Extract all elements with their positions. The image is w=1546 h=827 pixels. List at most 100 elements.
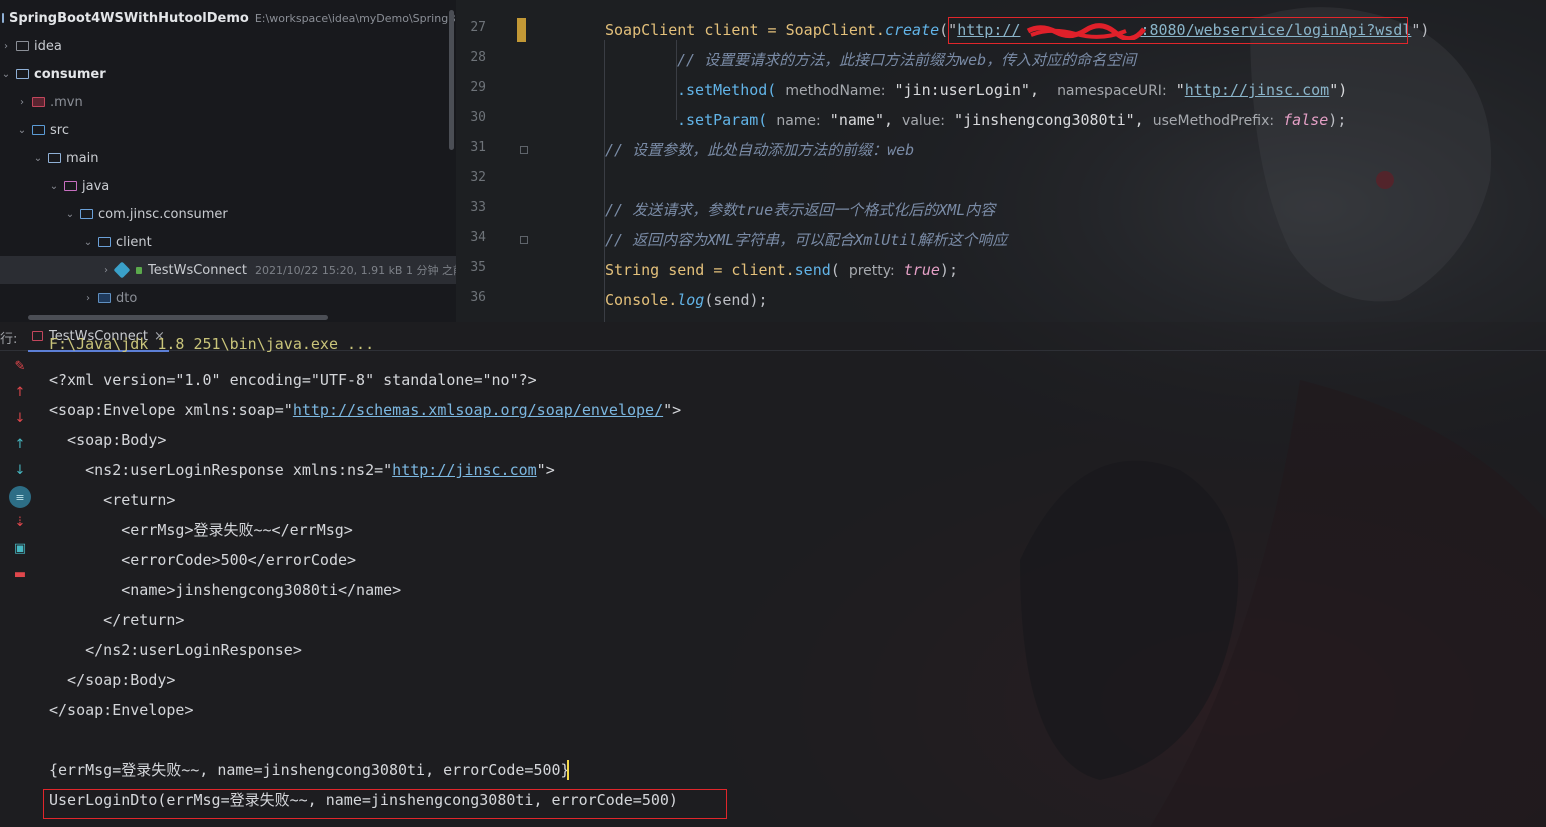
run-panel: 行: TestWsConnect × ✎ ↑ ↓ ↑ ↓ ≡ ⇣ ▣ ▬ F:\…	[0, 322, 1546, 827]
chevron-down-icon[interactable]: ⌄	[0, 69, 12, 80]
param-hint: useMethodPrefix:	[1152, 113, 1275, 129]
code-string: "	[1175, 81, 1185, 99]
tree-item-testwsconnect[interactable]: › TestWsConnect 2021/10/22 15:20, 1.91 k…	[0, 256, 456, 284]
param-hint: value:	[902, 113, 946, 129]
folder-icon	[2, 13, 4, 23]
chevron-down-icon[interactable]: ⌄	[32, 153, 44, 164]
console-line: </soap:Body>	[49, 671, 176, 689]
code-line-36[interactable]: Console.log(send);	[605, 285, 768, 315]
code-line-33[interactable]: // 发送请求，参数true表示返回一个格式化后的XML内容	[605, 195, 995, 225]
tree-item-main[interactable]: ⌄ main	[0, 144, 456, 172]
code-token: send	[794, 261, 831, 279]
code-line-35[interactable]: String send = client.send( pretty: true)…	[605, 255, 958, 285]
tree-item-dto[interactable]: › dto	[0, 284, 456, 312]
code-token: ")	[1411, 21, 1430, 39]
code-editor[interactable]: 27 28 29 30 31 32 33 34 35 36 SoapClient…	[456, 0, 1546, 322]
arrow-down-icon[interactable]: ↓	[12, 462, 28, 478]
chevron-right-icon[interactable]: ›	[0, 41, 12, 52]
tree-item-consumer[interactable]: ⌄ consumer	[0, 60, 456, 88]
edit-icon[interactable]: ✎	[12, 358, 28, 374]
tree-horizontal-scrollbar[interactable]	[28, 315, 328, 320]
tree-item-label: client	[116, 234, 152, 250]
console-line: F:\Java\jdk_1.8_251\bin\java.exe ...	[49, 336, 375, 352]
fold-icon[interactable]	[520, 146, 528, 154]
param-hint: methodName:	[785, 83, 886, 99]
console-text: <ns2:userLoginResponse xmlns:ns2="	[49, 461, 393, 479]
folder-icon	[32, 97, 45, 107]
chevron-right-icon[interactable]: ›	[82, 293, 94, 304]
param-hint: namespaceURI:	[1057, 83, 1167, 99]
chevron-right-icon[interactable]: ›	[16, 97, 28, 108]
project-root[interactable]: SpringBoot4WSWithHutoolDemo E:\workspace…	[0, 4, 456, 32]
chevron-down-icon[interactable]: ⌄	[48, 181, 60, 192]
code-string: ")	[1329, 81, 1348, 99]
console-line: <soap:Body>	[49, 431, 167, 449]
code-line-29[interactable]: .setMethod( methodName: "jin:userLogin",…	[677, 75, 1347, 105]
console-text: ">	[663, 401, 682, 419]
line-number: 27	[470, 20, 486, 35]
arrow-down-icon[interactable]: ↓	[12, 410, 28, 426]
arrow-up-icon[interactable]: ↑	[12, 384, 28, 400]
code-token: String send = client.	[605, 261, 795, 279]
code-token: SoapClient client = SoapClient.	[605, 21, 885, 39]
code-token: );	[1328, 111, 1347, 129]
folder-icon	[48, 153, 61, 163]
editor-gutter: 27 28 29 30 31 32 33 34 35 36	[456, 0, 528, 322]
trash-icon[interactable]: ▬	[12, 566, 28, 582]
code-boolean: true	[903, 261, 940, 279]
line-number: 29	[470, 80, 486, 95]
tree-item-mvn[interactable]: › .mvn	[0, 88, 456, 116]
code-line-30[interactable]: .setParam( name: "name", value: "jinshen…	[677, 105, 1346, 135]
chevron-down-icon[interactable]: ⌄	[82, 237, 94, 248]
tree-item-label: src	[50, 122, 69, 138]
code-url[interactable]: http://jinsc.com	[1185, 81, 1330, 99]
dto-highlight-box	[43, 789, 727, 819]
tree-vertical-scrollbar[interactable]	[449, 10, 454, 150]
code-string: "name",	[829, 111, 894, 129]
chevron-right-icon[interactable]: ›	[100, 265, 112, 276]
folder-icon	[98, 237, 111, 247]
url-highlight-box	[948, 17, 1408, 44]
class-icon	[113, 261, 131, 279]
tree-item-src[interactable]: ⌄ src	[0, 116, 456, 144]
code-line-31[interactable]: // 设置参数，此处自动添加方法的前缀：web	[605, 135, 914, 165]
code-line-34[interactable]: // 返回内容为XML字符串，可以配合XmlUtil解析这个响应	[605, 225, 1007, 255]
console-line: <name>jinshengcong3080ti</name>	[49, 581, 402, 599]
line-number: 34	[470, 230, 486, 245]
code-boolean: false	[1283, 111, 1329, 129]
line-number: 36	[470, 290, 486, 305]
print-icon[interactable]: ▣	[12, 540, 28, 556]
tree-item-client[interactable]: ⌄ client	[0, 228, 456, 256]
code-token: .setMethod(	[677, 81, 777, 99]
code-token: create	[884, 21, 940, 39]
code-comment: // 设置要请求的方法，此接口方法前缀为web，传入对应的命名空间	[677, 51, 1137, 69]
console-line: <soap:Envelope xmlns:soap="http://schema…	[49, 395, 681, 425]
soft-wrap-icon[interactable]: ≡	[9, 486, 31, 508]
console-line: {errMsg=登录失败~~, name=jinshengcong3080ti,…	[49, 761, 570, 779]
change-marker[interactable]	[517, 18, 526, 42]
code-line-28[interactable]: // 设置要请求的方法，此接口方法前缀为web，传入对应的命名空间	[677, 45, 1136, 75]
console-text: <soap:Envelope xmlns:soap="	[49, 401, 293, 419]
tree-item-idea[interactable]: › idea	[0, 32, 456, 60]
chevron-down-icon[interactable]: ⌄	[64, 209, 76, 220]
folder-icon	[80, 209, 93, 219]
console-line: <?xml version="1.0" encoding="UTF-8" sta…	[49, 371, 537, 389]
fold-icon[interactable]	[520, 236, 528, 244]
line-number: 31	[470, 140, 486, 155]
console-link[interactable]: http://jinsc.com	[392, 461, 537, 479]
code-token: log	[677, 291, 705, 309]
tree-item-label: main	[66, 150, 99, 166]
tree-item-package[interactable]: ⌄ com.jinsc.consumer	[0, 200, 456, 228]
console-link[interactable]: http://schemas.xmlsoap.org/soap/envelope…	[293, 401, 663, 419]
chevron-down-icon[interactable]: ⌄	[16, 125, 28, 136]
scroll-to-end-icon[interactable]: ⇣	[12, 514, 28, 530]
code-comment: // 设置参数，此处自动添加方法的前缀：web	[605, 141, 915, 159]
tree-item-java[interactable]: ⌄ java	[0, 172, 456, 200]
param-hint: pretty:	[848, 263, 895, 279]
folder-icon	[16, 69, 29, 79]
tree-item-label: dto	[116, 290, 138, 306]
lock-icon	[136, 266, 142, 274]
tree-item-label: consumer	[34, 66, 106, 82]
arrow-up-icon[interactable]: ↑	[12, 436, 28, 452]
folder-icon	[32, 125, 45, 135]
